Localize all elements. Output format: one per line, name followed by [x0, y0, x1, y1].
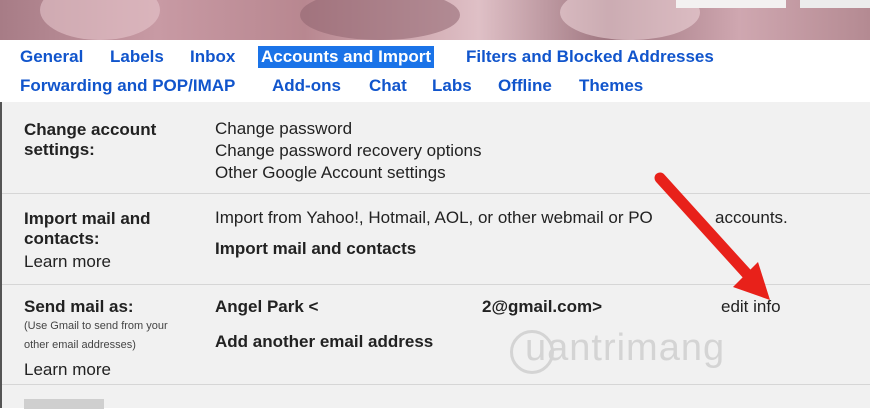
red-arrow-icon — [654, 172, 770, 300]
